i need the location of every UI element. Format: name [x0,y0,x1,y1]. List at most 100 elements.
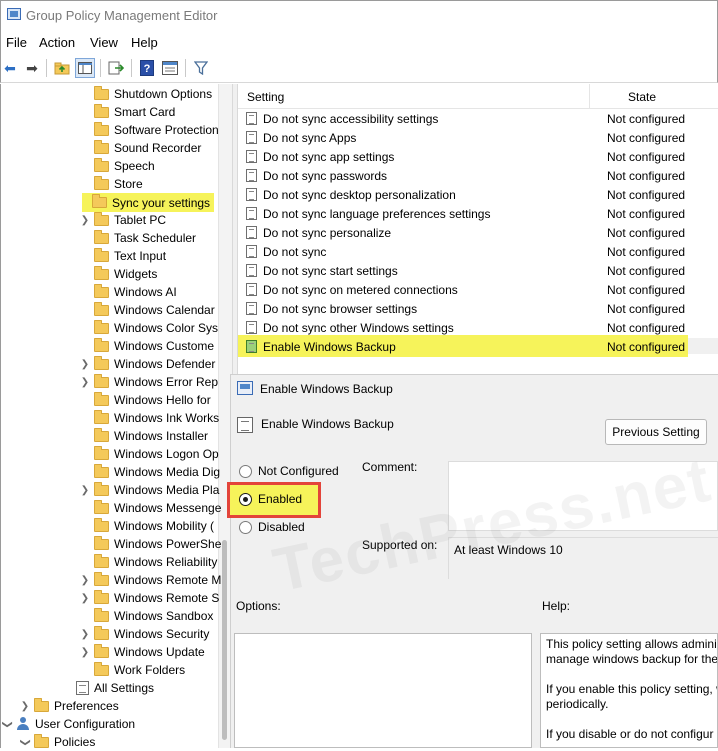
tree-item[interactable]: Windows Mobility ( [80,517,214,535]
tree-item[interactable]: Store [80,175,143,193]
export-list-icon[interactable] [106,58,126,78]
chevron-right-icon[interactable]: ❯ [80,215,90,226]
folder-icon [34,733,49,748]
tree-item-label: Windows Security [114,627,210,641]
tree-item[interactable]: Windows Calendar [80,301,215,319]
setting-row[interactable]: Do not sync accessibility settings Not co… [238,109,718,128]
tree-item[interactable]: Windows Hello for [80,391,211,409]
setting-row[interactable]: Do not sync app settings Not configured [238,147,718,166]
tree-item[interactable]: Windows Ink Works [80,409,219,427]
tree-item[interactable]: Shutdown Options [80,85,212,103]
tree-item-user-configuration[interactable]: ❯ User Configuration [2,715,135,733]
tree-item[interactable]: ❯ Windows Media Pla [80,481,219,499]
folder-icon [94,499,109,514]
folder-icon [92,194,107,208]
setting-name: Do not sync other Windows settings [263,320,454,335]
tree-item[interactable]: Sound Recorder [80,139,201,157]
tree-item[interactable]: Speech [80,157,155,175]
setting-row[interactable]: Do not sync browser settings Not configur… [238,299,718,318]
column-header-setting[interactable]: Setting [247,90,284,104]
radio-not-configured[interactable]: Not Configured [239,464,339,478]
options-panel[interactable] [234,633,532,748]
help-icon[interactable]: ? [137,58,157,78]
chevron-right-icon[interactable]: ❯ [20,701,30,712]
tree-item-label: Windows AI [114,285,177,299]
tree-item[interactable]: Widgets [80,265,157,283]
tree-item[interactable]: Sync your settings [82,193,215,212]
tree-item[interactable]: Windows Logon Op [80,445,219,463]
tree-item[interactable]: Task Scheduler [80,229,196,247]
help-panel[interactable]: This policy setting allows admini manage … [540,633,718,748]
chevron-right-icon[interactable]: ❯ [80,359,90,370]
setting-row[interactable]: Do not sync desktop personalization Not c… [238,185,718,204]
menu-file[interactable]: File [6,35,27,50]
tree-item-preferences[interactable]: ❯ Preferences [20,697,119,715]
forward-arrow-icon[interactable]: ➡ [22,58,42,78]
tree-item[interactable]: ❯ Windows Defender [80,355,215,373]
tree-item[interactable]: ❯ Windows Security [80,625,209,643]
tree-item[interactable]: Windows Media Dig [80,463,220,481]
tree-item[interactable]: Windows AI [80,283,177,301]
policy-setting-icon [246,188,257,201]
chevron-down-icon[interactable]: ❯ [2,719,13,729]
tree-item[interactable]: Windows Reliability [80,553,217,571]
folder-icon [94,319,109,334]
up-folder-icon[interactable] [52,58,72,78]
help-text-line: manage windows backup for the [546,652,718,666]
back-arrow-icon[interactable]: ⬅ [0,58,20,78]
tree-item[interactable]: Windows Custome [80,337,214,355]
setting-state: Not configured [607,320,686,335]
previous-setting-button[interactable]: Previous Setting [605,419,707,445]
setting-row[interactable]: Do not sync Apps Not configured [238,128,718,147]
tree-item-policies[interactable]: ❯ Policies [20,733,95,751]
show-hide-tree-icon[interactable] [75,58,95,78]
properties-icon[interactable] [160,58,180,78]
folder-icon [94,355,109,370]
tree-item[interactable]: Windows Messenge [80,499,221,517]
radio-button[interactable] [239,464,252,478]
chevron-right-icon[interactable]: ❯ [80,377,90,388]
tree-item[interactable]: Software Protection [80,121,219,139]
setting-state: Not configured [607,187,686,202]
menu-view[interactable]: View [90,35,118,50]
chevron-right-icon[interactable]: ❯ [80,647,90,658]
chevron-down-icon[interactable]: ❯ [20,737,31,747]
filter-icon[interactable] [191,58,211,78]
tree-item[interactable]: Windows Sandbox [80,607,213,625]
setting-row[interactable]: Do not sync language preferences setting… [238,204,718,223]
tree-item[interactable]: Smart Card [80,103,175,121]
tree-item[interactable]: Work Folders [80,661,185,679]
tree-item[interactable]: ❯ Windows Remote M [80,571,221,589]
setting-row[interactable]: Do not sync personalize Not configured [238,223,718,242]
tree-item[interactable]: Text Input [80,247,166,265]
tree-scrollbar-thumb[interactable] [222,540,227,740]
chevron-right-icon[interactable]: ❯ [80,629,90,640]
chevron-right-icon[interactable]: ❯ [80,575,90,586]
tree-item[interactable]: ❯ Tablet PC [80,211,166,229]
chevron-right-icon[interactable]: ❯ [80,593,90,604]
tree-item[interactable]: ❯ Windows Update [80,643,205,661]
tree-item[interactable]: Windows Color Sys [80,319,218,337]
tree-item[interactable]: Windows PowerShe [80,535,221,553]
radio-button[interactable] [239,492,252,506]
radio-button[interactable] [239,520,252,534]
setting-row[interactable]: Do not sync start settings Not configured [238,261,718,280]
chevron-right-icon[interactable]: ❯ [80,485,90,496]
tree-item-label: Windows Color Sys [114,321,219,335]
setting-row[interactable]: Do not sync passwords Not configured [238,166,718,185]
tree-item[interactable]: Windows Installer [80,427,208,445]
tree-item[interactable]: ❯ Windows Remote S [80,589,219,607]
setting-row[interactable]: Do not sync on metered connections Not co… [238,280,718,299]
menu-action[interactable]: Action [39,35,75,50]
column-header-state[interactable]: State [628,90,656,104]
setting-row[interactable]: Do not sync Not configured [238,242,718,261]
setting-row[interactable]: Enable Windows Backup Not configured [238,337,718,356]
folder-icon [94,139,109,154]
column-separator[interactable] [589,84,590,109]
folder-icon [94,445,109,460]
setting-row[interactable]: Do not sync other Windows settings Not co… [238,318,718,337]
tree-item[interactable]: ❯ Windows Error Rep [80,373,218,391]
radio-enabled[interactable]: Enabled [239,492,302,506]
tree-item-all-settings[interactable]: All Settings [76,679,154,697]
menu-help[interactable]: Help [131,35,158,50]
